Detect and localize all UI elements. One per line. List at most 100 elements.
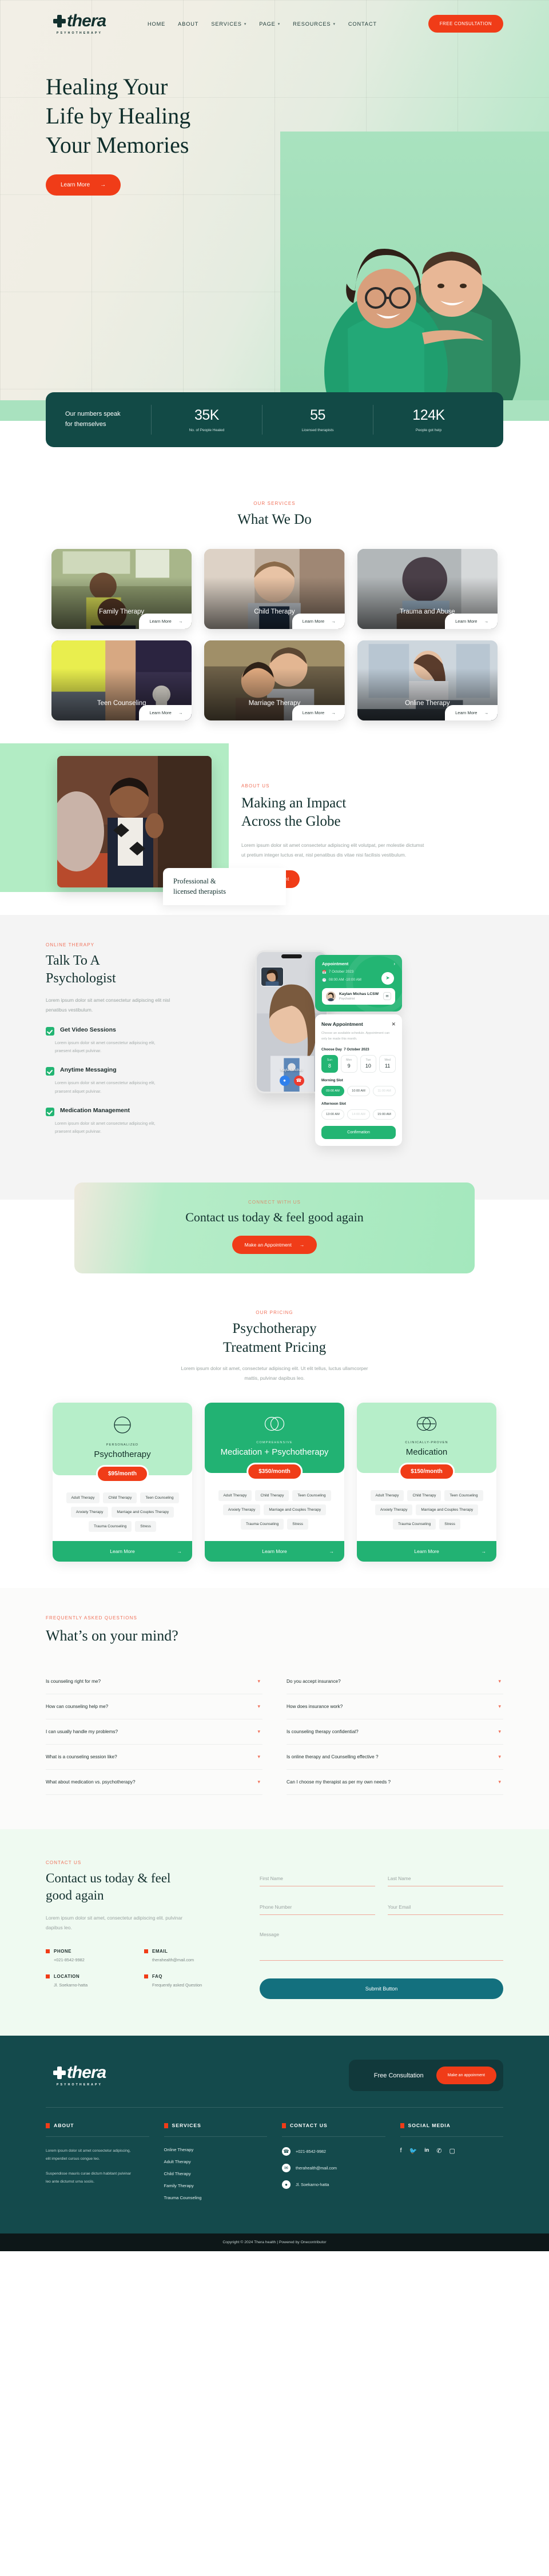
faq-item[interactable]: Can I choose my therapist as per my own …	[287, 1770, 503, 1795]
bullet-square-icon	[144, 1974, 148, 1979]
contact-info-value[interactable]: therahealth@mail.com	[144, 1957, 234, 1962]
nav-item-resources[interactable]: RESOURCES ▾	[293, 21, 336, 27]
services-section: OUR SERVICES What We Do Family Therapy L…	[0, 469, 549, 743]
contact-info-value[interactable]: +021-8542-9982	[46, 1957, 136, 1962]
first-name-input[interactable]	[260, 1874, 375, 1887]
chevron-down-icon: ▾	[257, 1678, 260, 1685]
faq-item[interactable]: Is online therapy and Counselling effect…	[287, 1745, 503, 1770]
linkedin-icon[interactable]: in	[424, 2147, 429, 2155]
footer-link[interactable]: Child Therapy	[164, 2171, 268, 2176]
map-pin-icon: ●	[282, 2180, 291, 2189]
feature-medication-management: Medication Management	[46, 1107, 234, 1116]
stat-value: 35K	[194, 407, 219, 423]
send-icon[interactable]: ➤	[381, 972, 394, 985]
day-option[interactable]: Mon 9	[340, 1054, 357, 1073]
services-header: OUR SERVICES What We Do	[46, 501, 503, 529]
footer-contact-phone[interactable]: ☎ +021-8542-9982	[282, 2147, 385, 2156]
faq-eyebrow: FREQUENTLY ASKED QUESTIONS	[46, 1615, 137, 1621]
time-slot[interactable]: 11:00 AM	[373, 1085, 396, 1096]
hero-learn-more-button[interactable]: Learn More →	[46, 174, 121, 196]
service-learn-more-button[interactable]: Learn More →	[445, 613, 498, 629]
submit-button[interactable]: Submit Button	[260, 1978, 503, 2000]
faq-item[interactable]: How can counseling help me? ▾	[46, 1694, 262, 1720]
service-card-child-therapy[interactable]: Child Therapy Learn More →	[204, 548, 345, 629]
time-slot[interactable]: 10:00 AM	[347, 1085, 370, 1096]
nav-item-home[interactable]: HOME	[148, 21, 165, 27]
faq-item[interactable]: Is counseling therapy confidential? ▾	[287, 1719, 503, 1745]
plan-tag: Trauma Counseling	[241, 1518, 284, 1530]
plan-learn-more-button[interactable]: Learn More →	[205, 1540, 344, 1562]
time-slot[interactable]: 15:00 AM	[373, 1109, 396, 1120]
day-option[interactable]: Tue 10	[360, 1054, 377, 1073]
contact-info-value[interactable]: Jl. Soekarno-hatta	[46, 1982, 136, 1988]
confirmation-button[interactable]: Confirmation	[321, 1125, 396, 1139]
new-appointment-subtitle: Choose an available schedule. Appointmen…	[321, 1031, 390, 1041]
contact-info-email: EMAIL therahealth@mail.com	[144, 1949, 234, 1962]
faq-item[interactable]: How does insurance work? ▾	[287, 1694, 503, 1720]
mic-icon[interactable]: ●	[279, 1075, 290, 1086]
message-icon[interactable]: ✉	[383, 992, 391, 1000]
faq-item[interactable]: What is a counseling session like? ▾	[46, 1745, 262, 1770]
faq-item[interactable]: Is counseling right for me? ▾	[46, 1669, 262, 1695]
service-card-trauma-and-abuse[interactable]: Trauma and Abuse Learn More →	[357, 548, 498, 629]
appointment-card-title: Appointment	[322, 961, 349, 966]
self-view-thumbnail	[261, 966, 284, 986]
phone-input[interactable]	[260, 1902, 375, 1916]
faq-item[interactable]: What about medication vs. psychotherapy?…	[46, 1770, 262, 1795]
arrow-right-icon: →	[484, 710, 488, 715]
contact-info-value[interactable]: Frequently asked Question	[144, 1982, 234, 1988]
footer-link[interactable]: Online Therapy	[164, 2147, 268, 2152]
service-learn-more-button[interactable]: Learn More →	[445, 704, 498, 720]
service-card-online-therapy[interactable]: Online Therapy Learn More →	[357, 640, 498, 720]
free-consultation-button[interactable]: FREE CONSULTATION	[428, 15, 503, 33]
day-option[interactable]: Wed 11	[379, 1054, 396, 1073]
end-call-icon[interactable]: ☎	[293, 1075, 304, 1086]
nav-item-page[interactable]: PAGE ▾	[259, 21, 280, 27]
service-learn-more-button[interactable]: Learn More →	[292, 704, 345, 720]
nav-item-about[interactable]: ABOUT	[178, 21, 198, 27]
message-textarea[interactable]	[260, 1930, 503, 1961]
faq-item[interactable]: I can usually handle my problems? ▾	[46, 1719, 262, 1745]
contact-form: Submit Button	[260, 1860, 503, 2000]
time-slot[interactable]: 09:00 AM	[321, 1085, 344, 1096]
facebook-icon[interactable]: f	[400, 2147, 402, 2155]
service-card-marriage-therapy[interactable]: Marriage Therapy Learn More →	[204, 640, 345, 720]
make-appointment-button[interactable]: Make an appoinment	[436, 2067, 496, 2085]
service-learn-more-button[interactable]: Learn More →	[139, 613, 192, 629]
service-card-family-therapy[interactable]: Family Therapy Learn More →	[51, 548, 192, 629]
contact-title: Contact us today & feel good again	[46, 1871, 171, 1903]
footer-contact-location[interactable]: ● Jl. Soekarno-hatta	[282, 2180, 385, 2189]
footer-brand-logo[interactable]: thera PSYHOTHERAPY	[46, 2064, 113, 2087]
footer-link[interactable]: Adult Therapy	[164, 2159, 268, 2164]
service-learn-more-button[interactable]: Learn More →	[139, 704, 192, 720]
time-slot[interactable]: 14:00 AM	[347, 1109, 370, 1120]
nav-item-contact[interactable]: CONTACT	[348, 21, 377, 27]
twitter-icon[interactable]: 🐦	[409, 2147, 417, 2155]
time-slot[interactable]: 13:00 AM	[321, 1109, 344, 1120]
make-appointment-button[interactable]: Make an Appointment →	[232, 1236, 317, 1255]
footer-link[interactable]: Family Therapy	[164, 2183, 268, 2188]
cta-title: Contact us today & feel good again	[185, 1209, 364, 1224]
contact-eyebrow: CONTACT US	[46, 1860, 82, 1866]
plan-learn-more-button[interactable]: Learn More →	[53, 1540, 192, 1562]
plan-tag: Trauma Counseling	[89, 1520, 132, 1532]
instagram-icon[interactable]: ▢	[449, 2147, 455, 2155]
brand-logo[interactable]: thera PSYHOTHERAPY	[46, 13, 113, 35]
close-icon[interactable]: ✕	[391, 1021, 396, 1028]
last-name-input[interactable]	[388, 1874, 503, 1887]
nav-item-services[interactable]: SERVICES ▾	[211, 21, 246, 27]
whatsapp-icon[interactable]: ✆	[436, 2147, 441, 2155]
plan-learn-more-button[interactable]: Learn More →	[357, 1540, 496, 1562]
footer-link[interactable]: Trauma Counseling	[164, 2195, 268, 2200]
footer-contact-email[interactable]: ✉ therahealth@mail.com	[282, 2164, 385, 2173]
day-option[interactable]: Sun 8	[321, 1054, 338, 1073]
column-rule	[400, 2136, 503, 2137]
feature-title: Anytime Messaging	[60, 1066, 117, 1074]
email-input[interactable]	[388, 1902, 503, 1916]
plan-name: Medication	[405, 1447, 448, 1458]
service-learn-more-button[interactable]: Learn More →	[292, 613, 345, 629]
footer-about-p2: Suspendisse mauris curae dictum habitant…	[46, 2172, 132, 2184]
service-card-teen-counseling[interactable]: Teen Counseling Learn More →	[51, 640, 192, 720]
faq-item[interactable]: Do you accept insurance? ▾	[287, 1669, 503, 1695]
chevron-right-icon[interactable]: ›	[393, 961, 395, 966]
